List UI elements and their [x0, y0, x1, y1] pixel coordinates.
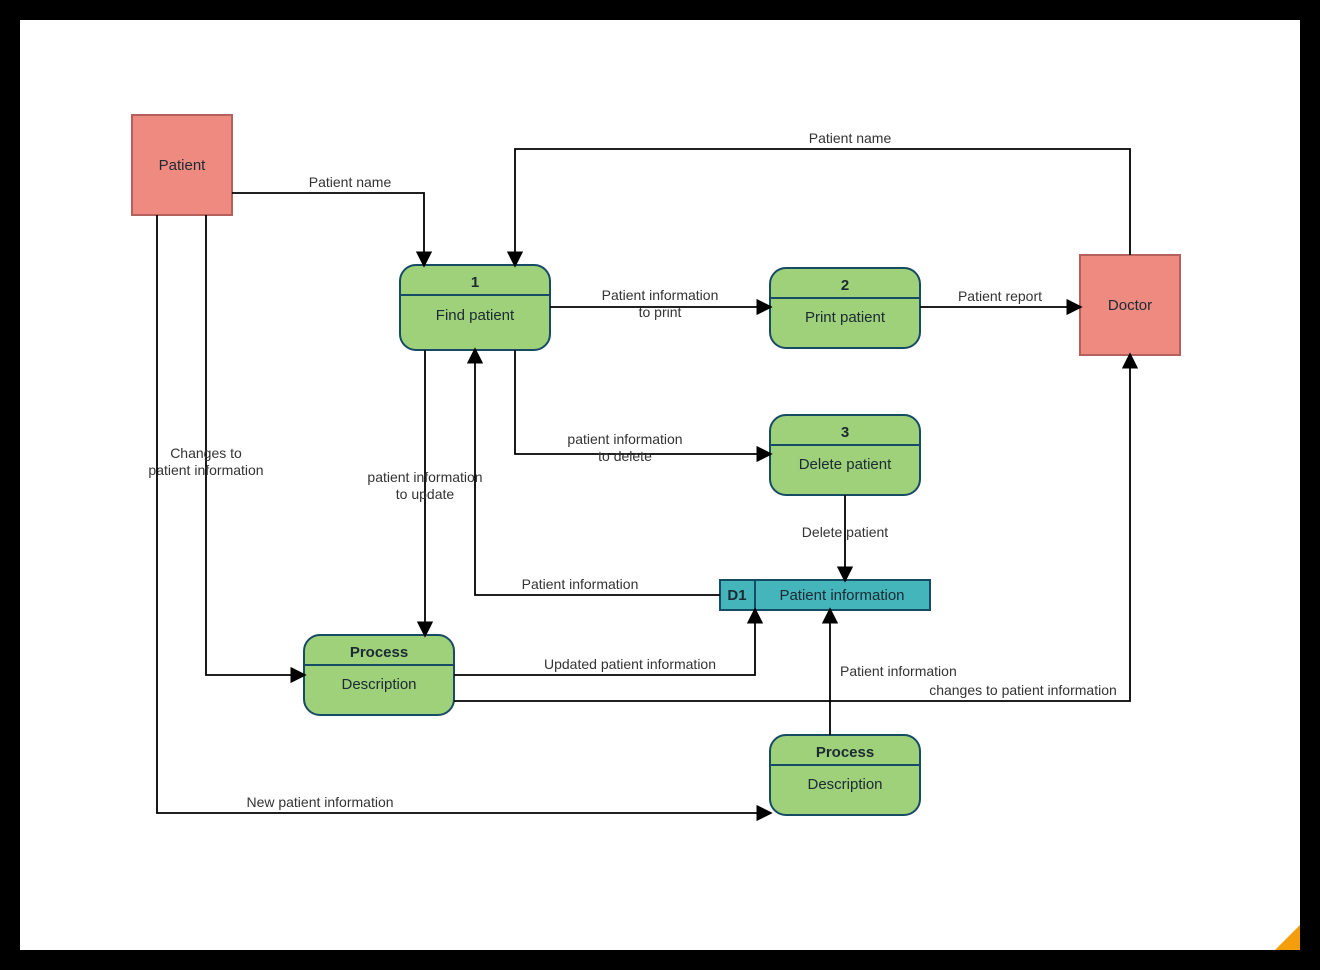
process-update-num: Process	[350, 644, 408, 661]
flow-update-to-doctor	[454, 355, 1130, 701]
flow-ds-to-find-label: Patient information	[522, 576, 639, 592]
dfd-diagram: Patient Doctor 1 Find patient 2 Print pa…	[20, 20, 1300, 950]
flow-patient-to-update-label-1: Changes to	[170, 445, 242, 461]
flow-print-to-doctor-label: Patient report	[958, 288, 1042, 304]
flow-add-to-ds-label: Patient information	[840, 663, 957, 679]
flow-find-to-update-label-2: to update	[396, 486, 455, 502]
process-find-num: 1	[471, 274, 479, 291]
process-delete-num: 3	[841, 424, 849, 441]
datastore-id: D1	[727, 587, 746, 604]
flow-ds-to-find	[475, 350, 720, 595]
flow-update-to-doctor-label: changes to patient information	[929, 682, 1117, 698]
flow-doctor-to-find	[515, 149, 1130, 265]
flow-find-to-print-label-2: to print	[639, 304, 682, 320]
flow-patient-to-add-label: New patient information	[246, 794, 393, 810]
datastore-d1[interactable]: D1 Patient information	[720, 580, 930, 610]
process-update[interactable]: Process Description	[304, 635, 454, 715]
flow-patient-to-find	[232, 193, 424, 265]
flow-update-to-ds-label: Updated patient information	[544, 656, 716, 672]
corner-badge	[1275, 925, 1300, 950]
entity-doctor[interactable]: Doctor	[1080, 255, 1180, 355]
entity-patient-label: Patient	[159, 157, 207, 174]
flow-find-to-update-label-1: patient information	[367, 469, 482, 485]
flow-doctor-to-find-label: Patient name	[809, 130, 892, 146]
datastore-label: Patient information	[779, 587, 904, 604]
process-print[interactable]: 2 Print patient	[770, 268, 920, 348]
process-print-label: Print patient	[805, 309, 886, 326]
process-find[interactable]: 1 Find patient	[400, 265, 550, 350]
flow-delete-to-ds-label: Delete patient	[802, 524, 889, 540]
process-add-num: Process	[816, 744, 874, 761]
process-add-label: Description	[807, 776, 882, 793]
process-find-label: Find patient	[436, 307, 515, 324]
flow-patient-to-find-label: Patient name	[309, 174, 392, 190]
entity-patient[interactable]: Patient	[132, 115, 232, 215]
flow-find-to-print-label-1: Patient information	[602, 287, 719, 303]
flow-patient-to-update-label-2: patient information	[148, 462, 263, 478]
diagram-canvas: Patient Doctor 1 Find patient 2 Print pa…	[20, 20, 1300, 950]
process-update-label: Description	[341, 676, 416, 693]
process-delete-label: Delete patient	[799, 456, 892, 473]
entity-doctor-label: Doctor	[1108, 297, 1152, 314]
flow-find-to-delete-label-2: to delete	[598, 448, 652, 464]
process-print-num: 2	[841, 277, 849, 294]
process-add[interactable]: Process Description	[770, 735, 920, 815]
flow-find-to-delete-label-1: patient information	[567, 431, 682, 447]
process-delete[interactable]: 3 Delete patient	[770, 415, 920, 495]
